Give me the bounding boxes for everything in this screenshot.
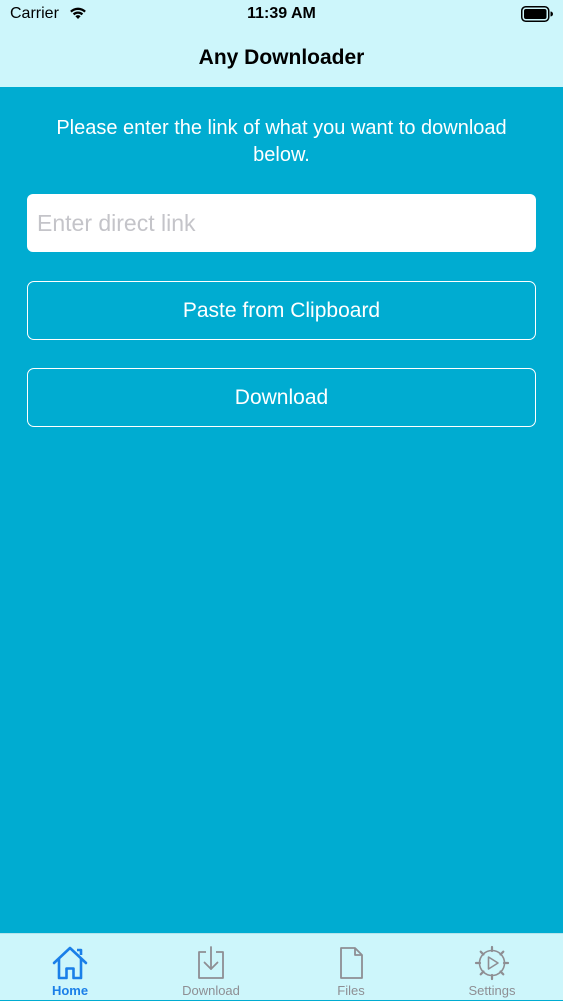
home-icon [51, 944, 89, 982]
tab-files[interactable]: Files [281, 934, 421, 1001]
paste-button-label: Paste from Clipboard [182, 298, 381, 322]
paste-from-clipboard-button[interactable]: Paste from Clipboard [27, 281, 536, 340]
clock: 11:39 AM [247, 5, 316, 22]
gear-icon [473, 944, 511, 982]
battery-icon [521, 6, 553, 27]
tab-download-label: Download [182, 983, 240, 998]
download-button[interactable]: Download [27, 368, 536, 427]
direct-link-input[interactable] [27, 194, 536, 252]
download-icon [192, 944, 230, 982]
page-title: Any Downloader [198, 46, 365, 69]
tab-settings-label: Settings [468, 983, 516, 998]
main-content: Please enter the link of what you want t… [0, 87, 563, 933]
tab-bar: Home Download Files Settings [0, 933, 563, 1000]
file-icon [332, 944, 370, 982]
tab-settings[interactable]: Settings [422, 934, 562, 1001]
tab-download[interactable]: Download [141, 934, 281, 1001]
tab-files-label: Files [337, 983, 365, 998]
tab-home[interactable]: Home [0, 934, 140, 1001]
navigation-bar: Any Downloader [0, 30, 563, 87]
status-bar: Carrier 11:39 AM [0, 0, 563, 30]
tab-home-label: Home [51, 983, 89, 998]
download-button-label: Download [234, 385, 329, 409]
instruction-text: Please enter the link of what you want t… [56, 117, 507, 166]
